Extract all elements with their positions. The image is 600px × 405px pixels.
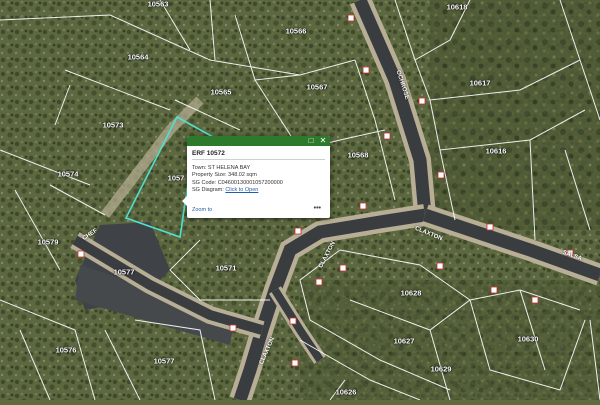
maximize-icon[interactable]: □ [307, 137, 315, 145]
size-value: 348.02 sqm [228, 172, 257, 179]
close-icon[interactable]: ✕ [319, 137, 327, 145]
sg-code-value: C04600130001057200000 [217, 179, 283, 186]
parcel-label: 10617 [469, 78, 491, 88]
parcel-label: 10630 [517, 334, 539, 344]
parcel-label: 10626 [335, 387, 357, 397]
sg-diagram-link[interactable]: Click to Open [225, 187, 258, 193]
parcel-label: 10573 [102, 120, 124, 130]
parcel-label: 10627 [393, 336, 415, 346]
size-row: Property Size: 348.02 sqm [192, 172, 283, 179]
parcel-label: 10565 [210, 87, 232, 97]
parcel-label: 10566 [285, 26, 307, 36]
parcel-label: 10563 [147, 0, 169, 9]
parcel-label: 10629 [430, 364, 452, 374]
parcel-label: 10577 [113, 267, 135, 277]
parcel-label-selected: 1057 [167, 173, 185, 183]
town-row: Town: ST HELENA BAY [192, 165, 283, 172]
parcel-label: 10628 [400, 288, 422, 298]
aerial-imagery-dense [430, 0, 600, 230]
map-view[interactable]: 10563 10566 10564 10565 10567 10573 1057… [0, 0, 600, 404]
parcel-label: 10576 [55, 345, 77, 355]
popup-header-bar: □ ✕ [187, 136, 330, 146]
parcel-label: 10567 [306, 82, 328, 92]
town-label: Town: [192, 165, 207, 171]
sg-code-row: SG Code: C04600130001057200000 [192, 180, 283, 187]
sg-diagram-row: SG Diagram: Click to Open [192, 187, 283, 194]
parcel-label: 10568 [347, 150, 369, 160]
zoom-to-link[interactable]: Zoom to [192, 207, 212, 213]
parcel-label: 10618 [446, 2, 468, 12]
popup-title: ERF 10572 [192, 150, 225, 157]
sg-code-label: SG Code: [192, 179, 217, 186]
more-options-button[interactable]: ••• [314, 205, 321, 212]
parcel-info-popup: □ ✕ ERF 10572 Town: ST HELENA BAY Proper… [182, 136, 330, 218]
parcel-label: 10579 [37, 237, 59, 247]
parcel-label: 10571 [215, 263, 237, 273]
parcel-label: 10574 [57, 169, 79, 179]
town-value: ST HELENA BAY [207, 165, 251, 171]
parcel-label: 10564 [127, 52, 149, 62]
popup-pointer [182, 196, 187, 206]
parcel-label: 10577 [153, 356, 175, 366]
sg-diagram-label: SG Diagram: [192, 186, 224, 193]
popup-divider [192, 159, 325, 160]
parcel-label: 10616 [485, 146, 507, 156]
size-label: Property Size: [192, 172, 227, 179]
popup-attributes: Town: ST HELENA BAY Property Size: 348.0… [192, 165, 283, 194]
